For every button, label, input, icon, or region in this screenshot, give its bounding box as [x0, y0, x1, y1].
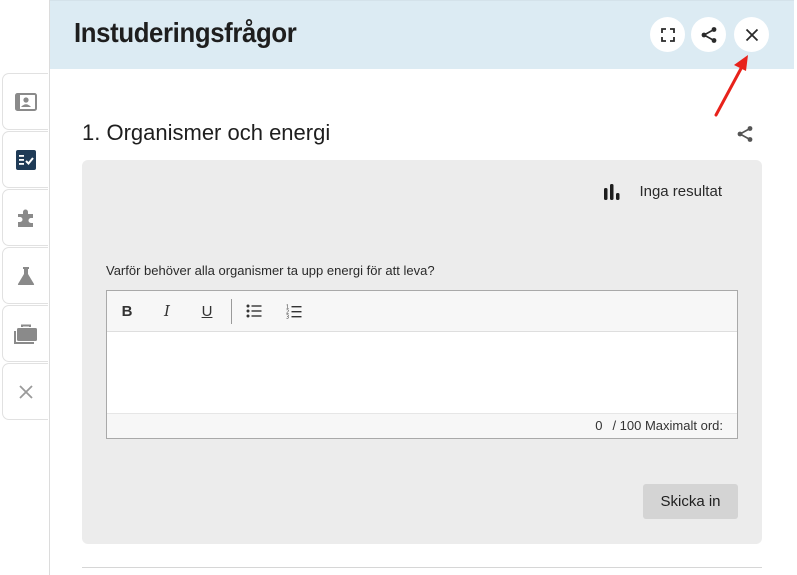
panel-header: Instuderingsfrågor — [50, 0, 794, 69]
tab-close[interactable] — [2, 363, 48, 420]
numbered-list-icon: 1 2 3 — [286, 304, 302, 319]
share-icon — [737, 126, 753, 142]
expand-button[interactable] — [650, 17, 685, 52]
svg-text:3: 3 — [286, 314, 289, 319]
italic-button[interactable]: I — [155, 300, 179, 322]
panel-title: Instuderingsfrågor — [74, 17, 297, 48]
bar-chart-icon — [604, 183, 620, 200]
contact-card-icon — [14, 92, 37, 111]
word-limit-label: / 100 Maximalt ord: — [612, 418, 723, 433]
editor-toolbar: B I U 1 2 3 — [107, 291, 737, 332]
expand-icon — [660, 27, 675, 42]
share-button[interactable] — [691, 17, 726, 52]
study-questions-panel: Instuderingsfrågor 1. Organismer och ene… — [49, 0, 794, 575]
puzzle-icon — [17, 209, 33, 227]
share-icon — [701, 26, 716, 43]
question-card: Inga resultat Varför behöver alla organi… — [82, 160, 762, 544]
numbered-list-button[interactable]: 1 2 3 — [282, 300, 306, 322]
results-label: Inga resultat — [639, 183, 722, 200]
answer-textarea[interactable] — [107, 332, 737, 413]
results-button[interactable]: Inga resultat — [603, 183, 722, 200]
toolbar-divider — [231, 299, 232, 324]
close-icon — [18, 384, 33, 399]
bullet-list-icon — [246, 304, 262, 318]
app-root: Instuderingsfrågor 1. Organismer och ene… — [0, 0, 797, 575]
tab-contact-card[interactable] — [2, 73, 48, 130]
bullet-list-button[interactable] — [242, 300, 266, 322]
bold-button[interactable]: B — [115, 300, 139, 322]
submit-button[interactable]: Skicka in — [643, 484, 738, 519]
flask-icon — [17, 266, 34, 285]
word-count-value: 0 — [595, 418, 603, 433]
tab-checklist[interactable] — [2, 131, 48, 188]
tab-puzzle[interactable] — [2, 189, 48, 246]
question-text: Varför behöver alla organismer ta upp en… — [106, 263, 435, 278]
underline-button[interactable]: U — [195, 300, 219, 322]
editor-footer: 0 / 100 Maximalt ord: — [107, 413, 737, 438]
side-tab-rail — [0, 0, 49, 575]
answer-editor: B I U 1 2 3 0 / 100 Maximalt ord: — [106, 290, 738, 439]
word-count: 0 / 100 Maximalt ord: — [595, 418, 723, 433]
tab-flask[interactable] — [2, 247, 48, 304]
section-title: 1. Organismer och energi — [82, 120, 331, 145]
section-share-button[interactable] — [734, 123, 756, 145]
close-panel-button[interactable] — [734, 17, 769, 52]
section-divider — [82, 567, 762, 568]
briefcase-icon — [13, 324, 37, 344]
checklist-icon — [15, 149, 36, 170]
tab-briefcase[interactable] — [2, 305, 48, 362]
close-icon — [745, 28, 758, 41]
annotation-arrow — [714, 55, 748, 117]
